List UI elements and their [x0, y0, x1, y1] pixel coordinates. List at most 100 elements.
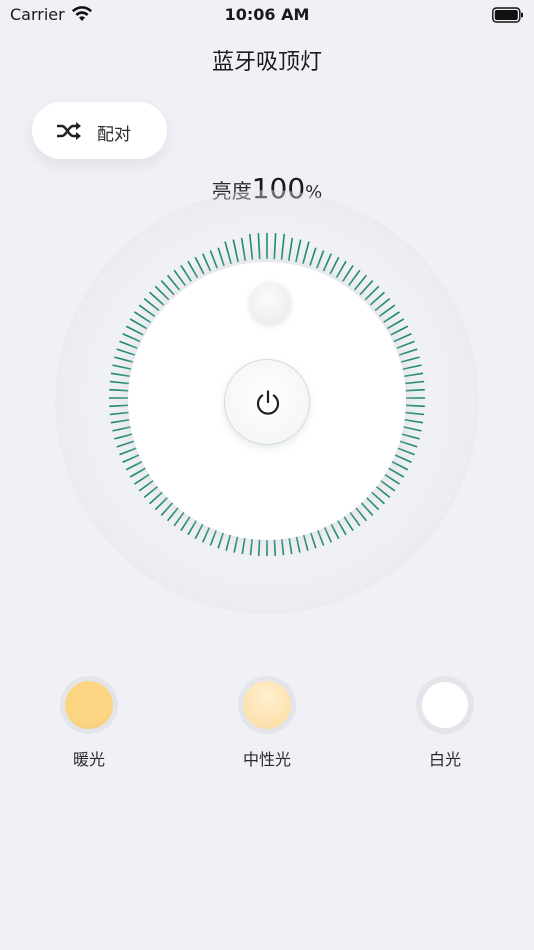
dial-tick — [116, 348, 136, 356]
dial-tick — [322, 253, 332, 272]
dial-tick — [287, 237, 294, 261]
dial-tick — [405, 404, 425, 408]
neutral-light-swatch — [243, 681, 291, 729]
dial-tick — [322, 524, 332, 543]
dial-tick — [125, 460, 144, 471]
dial-tick — [125, 325, 144, 336]
dial-tick — [374, 297, 391, 312]
dial-tick — [396, 447, 415, 456]
dial-tick — [359, 280, 374, 296]
dial-tick — [119, 447, 138, 456]
dial-tick — [129, 466, 148, 478]
dial-tick — [209, 250, 218, 269]
dial-tick — [110, 372, 130, 378]
dial-tick — [404, 372, 424, 378]
dial-tick — [390, 460, 409, 471]
dial-tick — [359, 500, 374, 516]
dial-tick — [402, 364, 422, 370]
dial-tick — [405, 388, 425, 392]
dial-tick — [405, 411, 425, 416]
dial-tick — [166, 274, 181, 291]
dial-tick — [369, 291, 385, 306]
dial-tick — [348, 509, 361, 527]
dial-tick — [134, 473, 151, 485]
dial-tick — [114, 356, 133, 363]
dial-tick — [295, 239, 302, 263]
brightness-knob[interactable] — [249, 282, 291, 324]
dial-tick — [316, 250, 325, 269]
dial-tick — [143, 484, 160, 499]
dial-tick — [335, 517, 347, 536]
color-option-white[interactable]: 白光 — [385, 676, 505, 770]
swatch-ring — [238, 676, 296, 734]
dial-tick — [154, 495, 170, 511]
dial-tick — [129, 318, 148, 330]
warm-light-swatch — [65, 681, 113, 729]
dial-tick — [149, 291, 165, 306]
dial-tick — [374, 484, 391, 499]
dial-tick — [405, 380, 425, 385]
dial-tick — [404, 418, 424, 424]
dial-tick — [342, 265, 354, 282]
color-option-label: 暖光 — [72, 750, 105, 769]
dial-tick — [402, 426, 422, 432]
dial-tick — [401, 356, 420, 363]
dial-tick — [316, 527, 325, 546]
dial-tick — [398, 440, 418, 448]
dial-tick — [353, 505, 368, 522]
dial-tick — [364, 285, 380, 301]
dial-tick — [149, 490, 165, 505]
dial-tick — [273, 233, 277, 260]
dial-tick — [119, 340, 138, 349]
dial-tick — [369, 490, 385, 505]
power-icon — [256, 390, 280, 415]
color-option-neutral[interactable]: 中性光 — [207, 676, 327, 770]
dial-tick — [180, 265, 192, 282]
dial-tick — [109, 411, 129, 416]
dial-tick — [202, 253, 212, 272]
dial-tick — [173, 269, 186, 287]
dial-tick — [386, 466, 405, 478]
dial-tick — [401, 433, 420, 440]
dial-tick — [396, 340, 415, 349]
dial-tick — [329, 256, 340, 275]
dial-tick — [122, 333, 141, 343]
dial-tick — [393, 333, 412, 343]
screen: Carrier 10:06 AM 蓝牙吸顶灯 配对 亮度100% 暖光 中性光 … — [0, 0, 534, 950]
dial-tick — [398, 348, 418, 356]
dial-tick — [143, 297, 160, 312]
dial-tick — [383, 473, 400, 485]
dial-tick — [383, 311, 400, 323]
dial-tick — [342, 514, 354, 531]
dial-tick — [302, 241, 310, 264]
dial-tick — [393, 453, 412, 463]
dial-tick — [232, 239, 239, 263]
dial-tick — [194, 256, 205, 275]
dial-tick — [257, 233, 261, 260]
dial-tick — [353, 274, 368, 291]
dial-tick — [112, 364, 132, 370]
dial-tick — [364, 495, 380, 511]
dial-tick — [138, 304, 156, 317]
dial-tick — [116, 440, 136, 448]
swatch-ring — [60, 676, 118, 734]
dial-tick — [240, 237, 247, 261]
dial-tick — [114, 433, 133, 440]
dial-tick — [378, 479, 396, 492]
color-option-warm[interactable]: 暖光 — [29, 676, 149, 770]
dial-tick — [335, 260, 347, 279]
dial-tick — [248, 233, 254, 260]
color-option-label: 白光 — [428, 750, 461, 769]
dial-tick — [329, 521, 340, 540]
power-button[interactable] — [224, 359, 310, 445]
white-light-swatch — [421, 681, 469, 729]
dial-tick — [348, 269, 361, 287]
dial-tick — [109, 404, 129, 408]
dial-tick — [390, 325, 409, 336]
dial-tick — [110, 418, 130, 424]
dial-tick — [217, 247, 225, 267]
dial-tick — [280, 233, 286, 260]
dial-tick — [109, 380, 129, 385]
dial-tick — [160, 280, 175, 296]
dial-tick — [109, 388, 129, 392]
